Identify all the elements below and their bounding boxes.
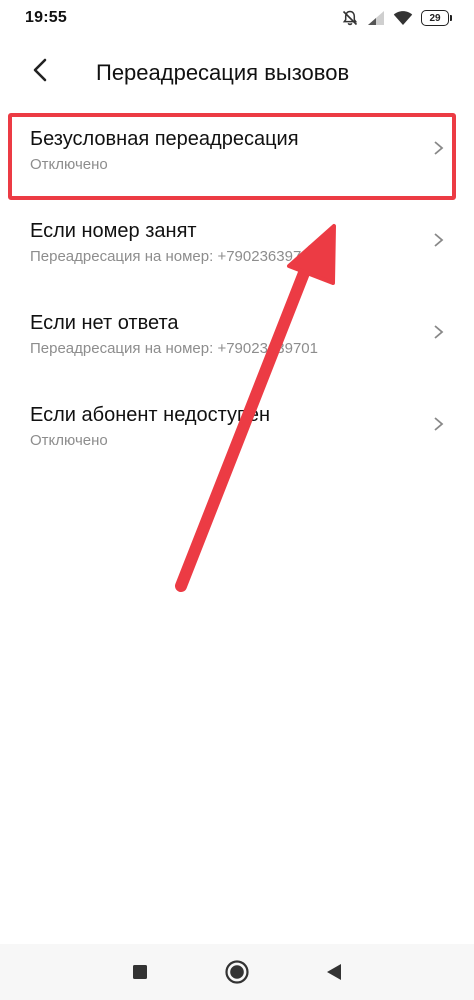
list-item-status: Отключено: [30, 156, 108, 173]
settings-list: Безусловная переадресация Отключено Если…: [0, 100, 474, 468]
status-icons: 29: [341, 8, 452, 28]
home-circle-icon: [224, 959, 250, 990]
status-bar: 19:55 29: [0, 0, 474, 36]
list-item-unreachable[interactable]: Если абонент недоступен Отключено: [0, 376, 474, 468]
chevron-right-icon: [432, 140, 446, 156]
chevron-right-icon: [432, 232, 446, 248]
chevron-left-icon: [32, 58, 48, 87]
chevron-right-icon: [432, 416, 446, 432]
home-button[interactable]: [223, 959, 251, 990]
list-item-status: Переадресация на номер: +79023639701: [30, 340, 318, 357]
page-title: Переадресация вызовов: [96, 60, 350, 85]
navigation-bar: [0, 944, 474, 1000]
status-time: 19:55: [25, 9, 67, 26]
list-item-title: Безусловная переадресация: [30, 128, 299, 150]
list-item-title: Если номер занят: [30, 220, 197, 242]
list-item-status: Отключено: [30, 432, 108, 449]
list-item-unconditional-forwarding[interactable]: Безусловная переадресация Отключено: [0, 100, 474, 192]
app-bar: Переадресация вызовов: [0, 44, 474, 100]
recents-square-icon: [132, 964, 148, 985]
chevron-right-icon: [432, 324, 446, 340]
bell-off-icon: [341, 9, 359, 27]
battery-level: 29: [421, 10, 449, 26]
back-triangle-icon: [325, 963, 343, 986]
wifi-icon: [393, 10, 413, 26]
list-item-title: Если нет ответа: [30, 312, 179, 334]
list-item-if-busy[interactable]: Если номер занят Переадресация на номер:…: [0, 192, 474, 284]
back-nav-button[interactable]: [320, 960, 348, 988]
recents-button[interactable]: [126, 960, 154, 988]
signal-icon: [367, 10, 385, 26]
list-item-no-answer[interactable]: Если нет ответа Переадресация на номер: …: [0, 284, 474, 376]
list-item-status: Переадресация на номер: +79023639701: [30, 248, 318, 265]
list-item-title: Если абонент недоступен: [30, 404, 271, 426]
back-button[interactable]: [22, 54, 58, 90]
battery-icon: 29: [421, 10, 452, 26]
